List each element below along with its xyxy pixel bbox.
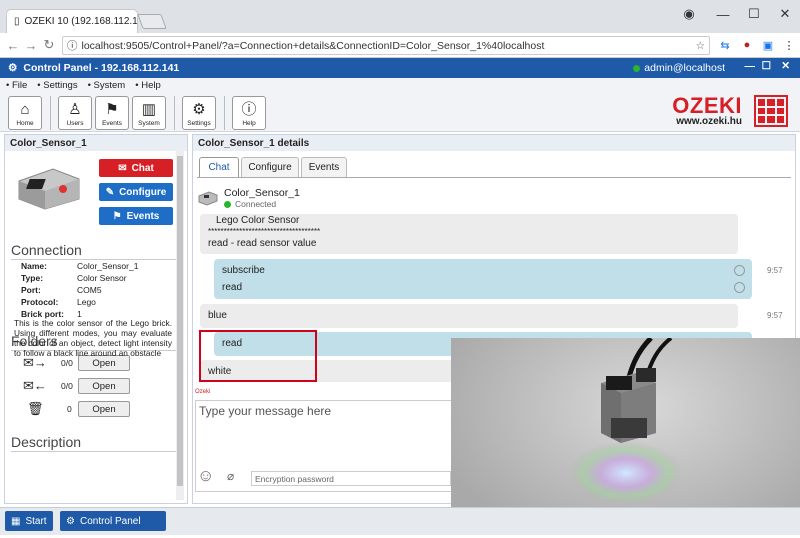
tab-events[interactable]: Events [301,157,347,177]
home-icon: ⌂ [20,101,30,118]
menu-settings[interactable]: • Settings [37,80,77,91]
start-icon: ▦ [11,515,21,527]
maximize-button[interactable]: ☐ [740,0,768,28]
control-panel-taskbar-button[interactable]: ⚙ Control Panel [60,511,166,531]
menu-help[interactable]: • Help [135,80,161,91]
bookmark-star-icon[interactable]: ☆ [696,40,705,52]
wrench-icon: ✎ [105,186,115,198]
message-time: 9:57 [767,311,783,320]
user-indicator[interactable]: admin@localhost [633,62,725,74]
encryption-password-input[interactable]: Encryption password [251,471,451,486]
message-time: 9:57 [767,266,783,275]
composer-label: Ozeki [195,389,211,395]
system-button[interactable]: ▥ System [132,96,166,130]
new-tab-button[interactable] [137,14,167,29]
field-type: Type: Color Sensor [21,273,127,283]
gear-icon: ⚙ [192,101,206,118]
page-icon: ▯ [14,16,20,27]
address-bar-row: ← → ↻ ⓘ localhost:9505/Control+Panel/?a=… [0,33,800,58]
minimize-button[interactable]: — [708,0,738,28]
bars-icon: ▥ [141,101,157,118]
chat-icon: ✉ [118,162,127,174]
incoming-message-blue: blue [200,304,738,328]
ozeki-logo: OZEKI www.ozeki.hu [672,93,742,127]
outbox-envelope-icon: ✉← [23,378,47,393]
trash-icon: 🗑 [27,401,44,416]
events-button[interactable]: ⚑ Events [99,207,173,225]
emoji-icon[interactable]: ☺ [197,466,214,486]
user-name: admin@localhost [644,62,725,74]
extension-icon-2[interactable]: ▣ [759,36,777,54]
flag-icon: ⚑ [112,210,122,222]
outgoing-message-subscribe: subscribe read [214,259,752,299]
menu-file[interactable]: • File [6,80,27,91]
browser-tab[interactable]: ▯ OZEKI 10 (192.168.112.14 × [6,9,138,33]
highlight-box [199,330,317,382]
field-protocol: Protocol: Lego [21,297,96,307]
app-header: ⚙ Control Panel - 192.168.112.141 admin@… [0,58,800,78]
minimize-panel-icon[interactable]: — [745,60,756,72]
tab-configure[interactable]: Configure [241,157,299,177]
outbox-folder: ✉← 0/0 Open [23,378,130,394]
device-name: Color_Sensor_1 [224,187,300,199]
connection-section-title: Connection [11,242,82,258]
help-button[interactable]: ⓘ Help [232,96,266,130]
profile-icon[interactable]: ◉ [666,0,712,28]
forward-icon[interactable]: → [22,38,40,53]
translate-extension-icon[interactable]: ⇆ [716,36,734,54]
ozeki-logo-mark [754,95,788,127]
sensor-photo [451,336,800,535]
open-deleted-button[interactable]: Open [78,401,130,417]
extension-icon[interactable]: ● [738,36,756,54]
info-icon[interactable]: ⓘ [67,38,78,53]
home-button[interactable]: ⌂ Home [8,96,42,130]
incoming-message-help: Lego Color Sensor **********************… [200,214,738,254]
tab-title: OZEKI 10 (192.168.112.14 [24,16,138,27]
menu-system[interactable]: • System [88,80,126,91]
close-window-button[interactable]: ✕ [770,0,800,28]
connected-status-icon [224,200,231,208]
left-scrollbar[interactable] [176,150,184,500]
online-status-icon [633,64,641,72]
device-avatar-icon [198,191,218,206]
url-input[interactable]: ⓘ localhost:9505/Control+Panel/?a=Connec… [62,36,710,55]
message-status-icon [734,282,745,293]
left-panel-title: Color_Sensor_1 [5,135,187,151]
description-section-title: Description [11,434,82,450]
url-text: localhost:9505/Control+Panel/?a=Connecti… [81,39,545,52]
browser-menu-icon[interactable]: ⋮ [780,36,798,54]
info-icon: ⓘ [241,101,257,118]
flag-icon: ⚑ [105,101,119,118]
tab-chat[interactable]: Chat [199,157,239,177]
color-sensor-device-icon [18,168,80,210]
back-icon[interactable]: ← [4,38,22,53]
field-port: Port: COM5 [21,285,102,295]
configure-button[interactable]: ✎ Configure [99,183,173,201]
reload-icon[interactable]: ↻ [40,37,58,53]
start-button[interactable]: ▦ Start [5,511,53,531]
deleted-folder: 🗑 0 Open [23,401,130,417]
chat-button[interactable]: ✉ Chat [99,159,173,177]
menu-bar: • File • Settings • System • Help [0,78,800,92]
message-status-icon [734,265,745,276]
settings-button[interactable]: ⚙ Settings [182,96,216,130]
open-outbox-button[interactable]: Open [78,378,130,394]
robot-icon: ⚙ [66,515,75,527]
details-title: Color_Sensor_1 details [193,135,795,151]
color-sensor-photo-image [568,336,684,505]
events-button[interactable]: ⚑ Events [95,96,129,130]
maximize-panel-icon[interactable]: ☐ [762,60,771,72]
users-button[interactable]: ♙ Users [58,96,92,130]
description-text: This is the color sensor of the Lego bri… [14,318,172,358]
device-status: Connected [224,199,276,209]
app-title: Control Panel - 192.168.112.141 [23,62,180,74]
app-robot-icon: ⚙ [8,62,18,74]
taskbar: ▦ Start ⚙ Control Panel [0,507,800,535]
user-icon: ♙ [68,101,82,118]
attachment-icon[interactable]: ⌀ [227,469,234,483]
field-name: Name: Color_Sensor_1 [21,261,139,271]
close-panel-icon[interactable]: ✕ [781,60,790,72]
